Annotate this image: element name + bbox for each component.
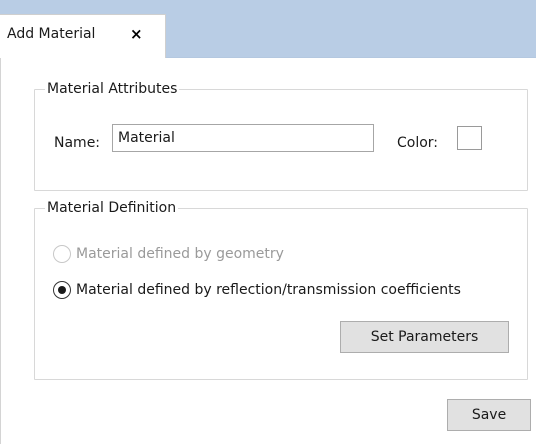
radio-button-coefficients[interactable]: [53, 281, 71, 299]
material-attributes-legend: Material Attributes: [45, 80, 180, 98]
save-button[interactable]: Save: [447, 399, 531, 431]
tab-bar: Add Material ×: [0, 0, 536, 58]
radio-option-coefficients[interactable]: Material defined by reflection/transmiss…: [53, 281, 461, 299]
tab-add-material[interactable]: Add Material ×: [0, 14, 166, 58]
name-label: Name:: [54, 135, 101, 151]
material-definition-group: Material Definition Material defined by …: [34, 199, 528, 380]
radio-button-geometry[interactable]: [53, 245, 71, 263]
close-icon[interactable]: ×: [130, 25, 143, 43]
set-parameters-button[interactable]: Set Parameters: [340, 321, 509, 353]
name-input[interactable]: [112, 124, 374, 152]
content-panel: Material Attributes Name: Color: Materia…: [0, 58, 536, 444]
radio-label-coefficients: Material defined by reflection/transmiss…: [76, 282, 461, 298]
color-label: Color:: [397, 135, 439, 151]
radio-label-geometry: Material defined by geometry: [76, 246, 284, 262]
tab-label: Add Material: [7, 26, 96, 42]
radio-option-geometry[interactable]: Material defined by geometry: [53, 245, 284, 263]
add-material-window: Add Material × Material Attributes Name:…: [0, 0, 536, 444]
material-attributes-group: Material Attributes Name: Color:: [34, 80, 528, 191]
material-definition-legend: Material Definition: [45, 199, 179, 217]
color-swatch-button[interactable]: [457, 126, 482, 150]
